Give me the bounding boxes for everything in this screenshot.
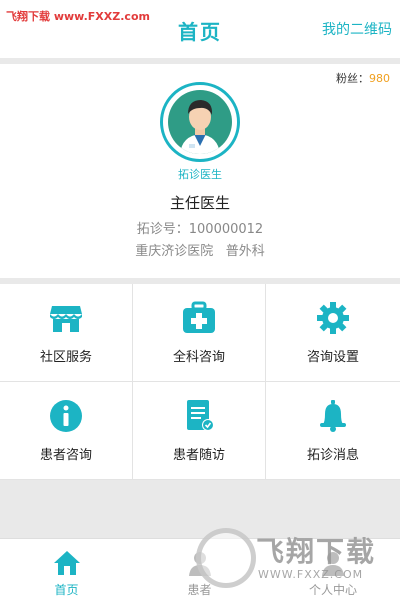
department-name: 普外科 xyxy=(225,244,265,259)
fans-count: 粉丝：980 xyxy=(336,70,390,86)
watermark-logo-icon xyxy=(196,528,256,588)
grid-label: 患者随访 xyxy=(172,448,225,463)
feature-grid: 社区服务 全科咨询 咨询设置 患者咨询 患者随访 拓诊消息 xyxy=(0,284,400,480)
header-bar: 飞翔下载 www.FXXZ.com 首页 我的二维码 xyxy=(0,0,400,58)
info-icon xyxy=(48,398,84,434)
patient-followup-button[interactable]: 患者随访 xyxy=(133,382,266,480)
general-consult-button[interactable]: 全科咨询 xyxy=(133,284,266,382)
bell-icon xyxy=(315,398,351,434)
doctor-profile-card: 粉丝：980 拓诊医生 主任医生 拓诊号：100000012 重庆济诊医院 普外… xyxy=(0,64,400,278)
watermark-url: WWW.FXXZ.COM xyxy=(258,568,364,581)
patient-consult-button[interactable]: 患者咨询 xyxy=(0,382,133,480)
shop-icon xyxy=(48,300,84,336)
grid-label: 全科咨询 xyxy=(172,350,225,365)
document-check-icon xyxy=(181,398,217,434)
avatar[interactable] xyxy=(160,82,240,162)
fans-number: 980 xyxy=(369,72,390,85)
home-icon xyxy=(53,549,81,577)
grid-label: 社区服务 xyxy=(39,350,92,365)
watermark-bottom: 飞翔下载 WWW.FXXZ.COM xyxy=(196,524,396,594)
doctor-id: 拓诊号：100000012 xyxy=(136,222,264,237)
tab-home[interactable]: 首页 xyxy=(0,539,133,600)
grid-label: 咨询设置 xyxy=(306,350,359,365)
hospital-line: 重庆济诊医院 普外科 xyxy=(0,240,400,259)
doctor-title: 主任医生 xyxy=(169,194,230,212)
community-service-button[interactable]: 社区服务 xyxy=(0,284,133,382)
grid-label: 拓诊消息 xyxy=(306,448,359,463)
my-qr-code-link[interactable]: 我的二维码 xyxy=(322,19,392,39)
hospital-name: 重庆济诊医院 xyxy=(135,244,214,259)
consult-settings-button[interactable]: 咨询设置 xyxy=(266,284,400,382)
gear-icon xyxy=(315,300,351,336)
watermark-text: 飞翔下载 xyxy=(256,535,377,568)
grid-label: 患者咨询 xyxy=(39,448,92,463)
fans-label: 粉丝： xyxy=(336,72,369,85)
medical-kit-icon xyxy=(181,300,217,336)
doctor-badge: 拓诊医生 xyxy=(178,168,222,181)
tab-label: 首页 xyxy=(54,583,79,597)
doctor-avatar-icon xyxy=(168,90,232,154)
messages-button[interactable]: 拓诊消息 xyxy=(266,382,400,480)
